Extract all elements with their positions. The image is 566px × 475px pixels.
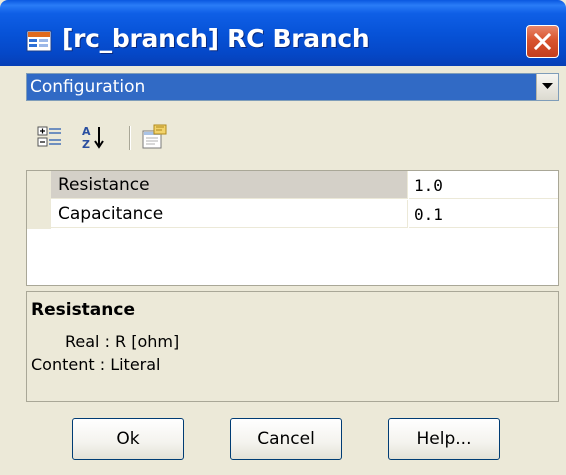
- property-pages-button[interactable]: [139, 124, 167, 150]
- property-name: Resistance: [51, 171, 408, 199]
- description-type: Real : R [ohm]: [65, 332, 180, 351]
- combo-dropdown-button[interactable]: [536, 74, 558, 100]
- property-value-field[interactable]: 1.0: [409, 171, 558, 199]
- categorized-view-icon: [36, 126, 64, 154]
- property-grid[interactable]: Resistance 1.0 Capacitance 0.1: [26, 170, 559, 286]
- grid-row-margin: [27, 200, 51, 229]
- categorized-button[interactable]: [36, 124, 64, 150]
- window-title: [rc_branch] RC Branch: [62, 24, 370, 53]
- description-pane: Resistance Real : R [ohm] Content : Lite…: [26, 291, 559, 402]
- combo-selected-value: Configuration: [30, 77, 146, 97]
- rc-branch-dialog: [rc_branch] RC Branch Configuration A Z …: [0, 0, 566, 475]
- description-title: Resistance: [31, 300, 135, 320]
- property-toolbar: A Z: [26, 118, 559, 158]
- property-row-resistance[interactable]: Resistance 1.0: [27, 171, 558, 200]
- property-window-icon: [26, 30, 52, 52]
- toolbar-separator: [129, 126, 131, 150]
- description-content: Content : Literal: [31, 355, 161, 374]
- grid-row-margin: [27, 171, 51, 200]
- help-button[interactable]: Help...: [388, 418, 500, 460]
- title-bar[interactable]: [rc_branch] RC Branch: [0, 0, 566, 66]
- property-value-field[interactable]: 0.1: [409, 200, 558, 228]
- property-pages-icon: [139, 124, 169, 154]
- close-button[interactable]: [526, 25, 559, 58]
- property-row-capacitance[interactable]: Capacitance 0.1: [27, 200, 558, 229]
- alphabetical-button[interactable]: A Z: [80, 124, 108, 151]
- svg-text:A: A: [82, 125, 91, 138]
- svg-text:Z: Z: [82, 138, 90, 150]
- ok-button[interactable]: Ok: [72, 418, 184, 460]
- object-selector-combo[interactable]: Configuration: [26, 73, 559, 101]
- property-name: Capacitance: [51, 200, 408, 228]
- alphabetical-sort-icon: A Z: [80, 125, 114, 154]
- cancel-button[interactable]: Cancel: [230, 418, 342, 460]
